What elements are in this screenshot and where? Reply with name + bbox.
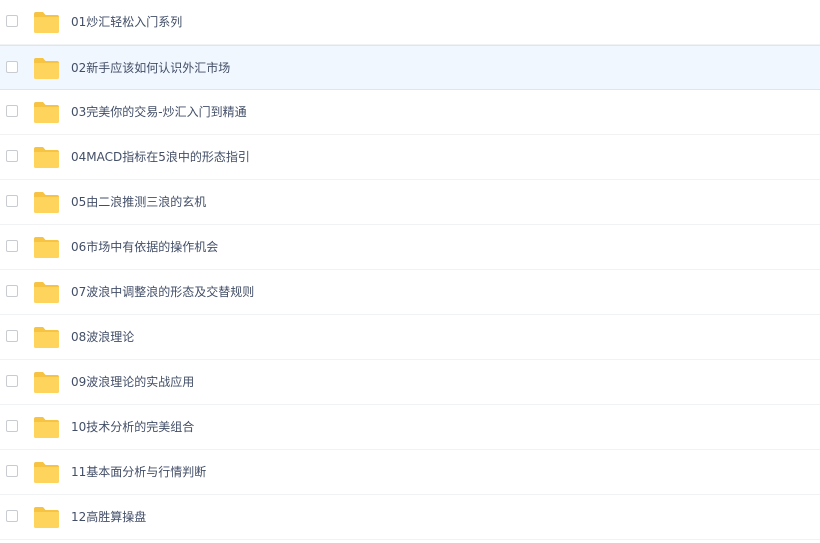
- row-checkbox[interactable]: [6, 195, 18, 207]
- file-name[interactable]: 10技术分析的完美组合: [71, 418, 194, 436]
- list-item[interactable]: 08波浪理论: [0, 315, 820, 360]
- folder-icon: [33, 11, 60, 34]
- list-item[interactable]: 01炒汇轻松入门系列: [0, 0, 820, 45]
- file-name[interactable]: 09波浪理论的实战应用: [71, 373, 194, 391]
- folder-icon: [33, 57, 60, 80]
- file-name[interactable]: 03完美你的交易-炒汇入门到精通: [71, 103, 247, 121]
- file-name[interactable]: 01炒汇轻松入门系列: [71, 13, 182, 31]
- folder-icon: [33, 191, 60, 214]
- folder-icon: [33, 146, 60, 169]
- file-name[interactable]: 06市场中有依据的操作机会: [71, 238, 218, 256]
- list-item[interactable]: 05由二浪推测三浪的玄机: [0, 180, 820, 225]
- row-checkbox[interactable]: [6, 375, 18, 387]
- row-checkbox[interactable]: [6, 420, 18, 432]
- folder-icon: [33, 236, 60, 259]
- file-name[interactable]: 02新手应该如何认识外汇市场: [71, 59, 230, 77]
- list-item[interactable]: 09波浪理论的实战应用: [0, 360, 820, 405]
- row-checkbox[interactable]: [6, 105, 18, 117]
- folder-icon: [33, 326, 60, 349]
- row-checkbox[interactable]: [6, 150, 18, 162]
- row-checkbox[interactable]: [6, 61, 18, 73]
- row-checkbox[interactable]: [6, 15, 18, 27]
- row-checkbox[interactable]: [6, 465, 18, 477]
- row-checkbox[interactable]: [6, 240, 18, 252]
- file-name[interactable]: 12高胜算操盘: [71, 508, 146, 526]
- file-name[interactable]: 05由二浪推测三浪的玄机: [71, 193, 206, 211]
- row-checkbox[interactable]: [6, 510, 18, 522]
- list-item[interactable]: 06市场中有依据的操作机会: [0, 225, 820, 270]
- list-item[interactable]: 04MACD指标在5浪中的形态指引: [0, 135, 820, 180]
- row-checkbox[interactable]: [6, 330, 18, 342]
- folder-icon: [33, 281, 60, 304]
- folder-icon: [33, 101, 60, 124]
- row-checkbox[interactable]: [6, 285, 18, 297]
- list-item[interactable]: 07波浪中调整浪的形态及交替规则: [0, 270, 820, 315]
- file-name[interactable]: 04MACD指标在5浪中的形态指引: [71, 148, 250, 166]
- file-list: 01炒汇轻松入门系列 02新手应该如何认识外汇市场 03完美你的交易-炒汇入门到精通…: [0, 0, 820, 543]
- file-name[interactable]: 08波浪理论: [71, 328, 134, 346]
- folder-icon: [33, 416, 60, 439]
- folder-icon: [33, 461, 60, 484]
- folder-icon: [33, 506, 60, 529]
- file-name[interactable]: 07波浪中调整浪的形态及交替规则: [71, 283, 254, 301]
- folder-icon: [33, 371, 60, 394]
- list-item[interactable]: 02新手应该如何认识外汇市场: [0, 45, 820, 90]
- list-item[interactable]: 10技术分析的完美组合: [0, 405, 820, 450]
- list-item[interactable]: 03完美你的交易-炒汇入门到精通: [0, 90, 820, 135]
- file-name[interactable]: 11基本面分析与行情判断: [71, 463, 206, 481]
- list-item[interactable]: 11基本面分析与行情判断: [0, 450, 820, 495]
- list-item[interactable]: 12高胜算操盘: [0, 495, 820, 540]
